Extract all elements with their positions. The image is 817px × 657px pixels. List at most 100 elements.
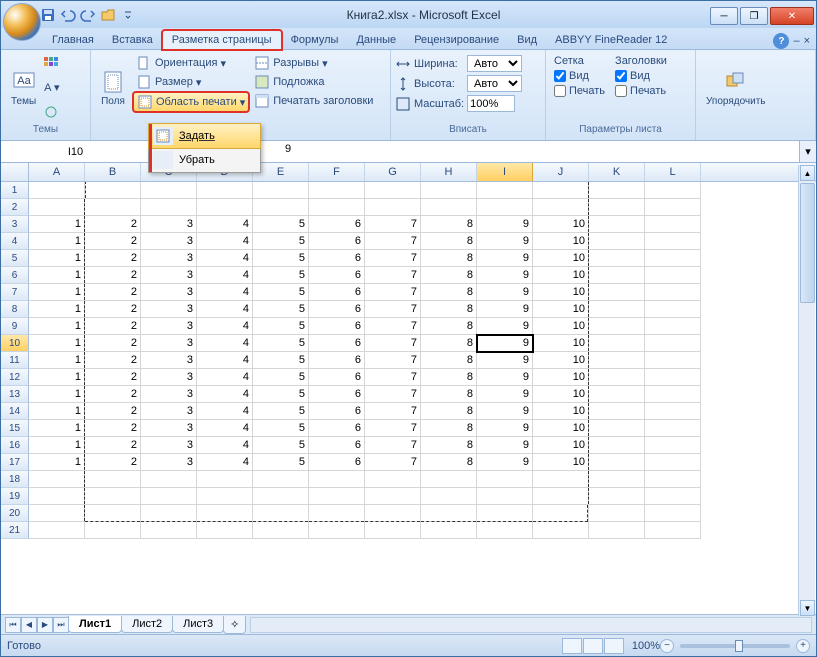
cell[interactable] bbox=[645, 369, 701, 386]
cell[interactable] bbox=[589, 454, 645, 471]
cell[interactable]: 10 bbox=[533, 250, 589, 267]
cell[interactable] bbox=[141, 488, 197, 505]
cell[interactable]: 3 bbox=[141, 386, 197, 403]
col-header-E[interactable]: E bbox=[253, 163, 309, 181]
cell[interactable] bbox=[533, 522, 589, 539]
cell[interactable]: 6 bbox=[309, 403, 365, 420]
help-icon[interactable]: ? bbox=[773, 33, 789, 49]
cell[interactable] bbox=[533, 505, 589, 522]
cell[interactable] bbox=[253, 199, 309, 216]
cell[interactable] bbox=[589, 284, 645, 301]
cell[interactable]: 5 bbox=[253, 318, 309, 335]
cell[interactable]: 9 bbox=[477, 352, 533, 369]
cell[interactable] bbox=[365, 522, 421, 539]
cell[interactable]: 2 bbox=[85, 437, 141, 454]
cell[interactable]: 3 bbox=[141, 233, 197, 250]
cell[interactable]: 5 bbox=[253, 420, 309, 437]
theme-colors-icon[interactable] bbox=[44, 57, 60, 71]
cell[interactable] bbox=[477, 199, 533, 216]
cell[interactable]: 10 bbox=[533, 352, 589, 369]
cell[interactable]: 7 bbox=[365, 386, 421, 403]
cell[interactable]: 10 bbox=[533, 386, 589, 403]
cell[interactable]: 1 bbox=[29, 284, 85, 301]
cell[interactable]: 6 bbox=[309, 352, 365, 369]
row-header[interactable]: 9 bbox=[1, 318, 29, 335]
row-header[interactable]: 18 bbox=[1, 471, 29, 488]
theme-fonts-icon[interactable]: A ▾ bbox=[44, 81, 60, 94]
cell[interactable]: 6 bbox=[309, 318, 365, 335]
cell[interactable]: 5 bbox=[253, 335, 309, 352]
tab-view[interactable]: Вид bbox=[508, 31, 546, 49]
cell[interactable] bbox=[645, 216, 701, 233]
cell[interactable]: 4 bbox=[197, 352, 253, 369]
cell[interactable] bbox=[533, 471, 589, 488]
view-page-break-icon[interactable] bbox=[604, 638, 624, 654]
cell[interactable]: 7 bbox=[365, 284, 421, 301]
cell[interactable]: 6 bbox=[309, 233, 365, 250]
col-header-G[interactable]: G bbox=[365, 163, 421, 181]
cell[interactable]: 7 bbox=[365, 233, 421, 250]
cell[interactable]: 4 bbox=[197, 284, 253, 301]
cell[interactable]: 4 bbox=[197, 267, 253, 284]
cell[interactable]: 3 bbox=[141, 301, 197, 318]
cell[interactable]: 3 bbox=[141, 352, 197, 369]
cell[interactable]: 3 bbox=[141, 437, 197, 454]
sheet-tab-3[interactable]: Лист3 bbox=[172, 616, 224, 633]
sheet-nav[interactable]: ⏮◀▶⏭ bbox=[5, 617, 69, 633]
cell[interactable] bbox=[589, 199, 645, 216]
tab-insert[interactable]: Вставка bbox=[103, 31, 162, 49]
cell[interactable]: 6 bbox=[309, 386, 365, 403]
col-header-B[interactable]: B bbox=[85, 163, 141, 181]
cell[interactable]: 10 bbox=[533, 335, 589, 352]
cell[interactable]: 5 bbox=[253, 250, 309, 267]
cell[interactable]: 8 bbox=[421, 369, 477, 386]
cell[interactable]: 1 bbox=[29, 301, 85, 318]
cell[interactable] bbox=[309, 488, 365, 505]
cell[interactable] bbox=[197, 182, 253, 199]
zoom-slider[interactable] bbox=[680, 644, 790, 648]
row-header[interactable]: 14 bbox=[1, 403, 29, 420]
cell[interactable]: 9 bbox=[477, 335, 533, 352]
cell[interactable]: 1 bbox=[29, 233, 85, 250]
cell[interactable]: 5 bbox=[253, 386, 309, 403]
cell[interactable] bbox=[421, 182, 477, 199]
cell[interactable] bbox=[589, 182, 645, 199]
minimize-ribbon-icon[interactable]: – bbox=[793, 35, 799, 47]
cell[interactable] bbox=[141, 505, 197, 522]
cell[interactable]: 5 bbox=[253, 352, 309, 369]
select-all-corner[interactable] bbox=[1, 163, 29, 181]
cell[interactable]: 5 bbox=[253, 216, 309, 233]
cell[interactable]: 3 bbox=[141, 284, 197, 301]
cell[interactable]: 4 bbox=[197, 318, 253, 335]
horizontal-scrollbar[interactable] bbox=[250, 617, 812, 633]
cell[interactable]: 1 bbox=[29, 335, 85, 352]
cell[interactable]: 3 bbox=[141, 454, 197, 471]
cell[interactable]: 4 bbox=[197, 301, 253, 318]
zoom-value[interactable]: 100% bbox=[632, 640, 660, 652]
cell[interactable]: 1 bbox=[29, 318, 85, 335]
name-box[interactable]: I10 bbox=[1, 141, 151, 162]
print-area-clear[interactable]: Убрать bbox=[149, 148, 260, 172]
themes-button[interactable]: Aa Темы bbox=[5, 52, 42, 124]
cell[interactable]: 2 bbox=[85, 301, 141, 318]
cell[interactable] bbox=[477, 522, 533, 539]
cell[interactable] bbox=[645, 352, 701, 369]
cell[interactable]: 7 bbox=[365, 335, 421, 352]
cell[interactable] bbox=[589, 471, 645, 488]
cell[interactable]: 8 bbox=[421, 284, 477, 301]
cell[interactable] bbox=[589, 250, 645, 267]
cell[interactable] bbox=[197, 505, 253, 522]
cell[interactable] bbox=[253, 471, 309, 488]
row-header[interactable]: 17 bbox=[1, 454, 29, 471]
cell[interactable]: 8 bbox=[421, 420, 477, 437]
cell[interactable] bbox=[645, 233, 701, 250]
tab-abbyy[interactable]: ABBYY FineReader 12 bbox=[546, 31, 676, 49]
col-header-A[interactable]: A bbox=[29, 163, 85, 181]
cell[interactable]: 9 bbox=[477, 369, 533, 386]
scroll-up-icon[interactable]: ▲ bbox=[800, 165, 815, 181]
cell[interactable]: 8 bbox=[421, 335, 477, 352]
cell[interactable]: 3 bbox=[141, 318, 197, 335]
row-header[interactable]: 6 bbox=[1, 267, 29, 284]
cell[interactable]: 8 bbox=[421, 250, 477, 267]
cell[interactable] bbox=[85, 522, 141, 539]
